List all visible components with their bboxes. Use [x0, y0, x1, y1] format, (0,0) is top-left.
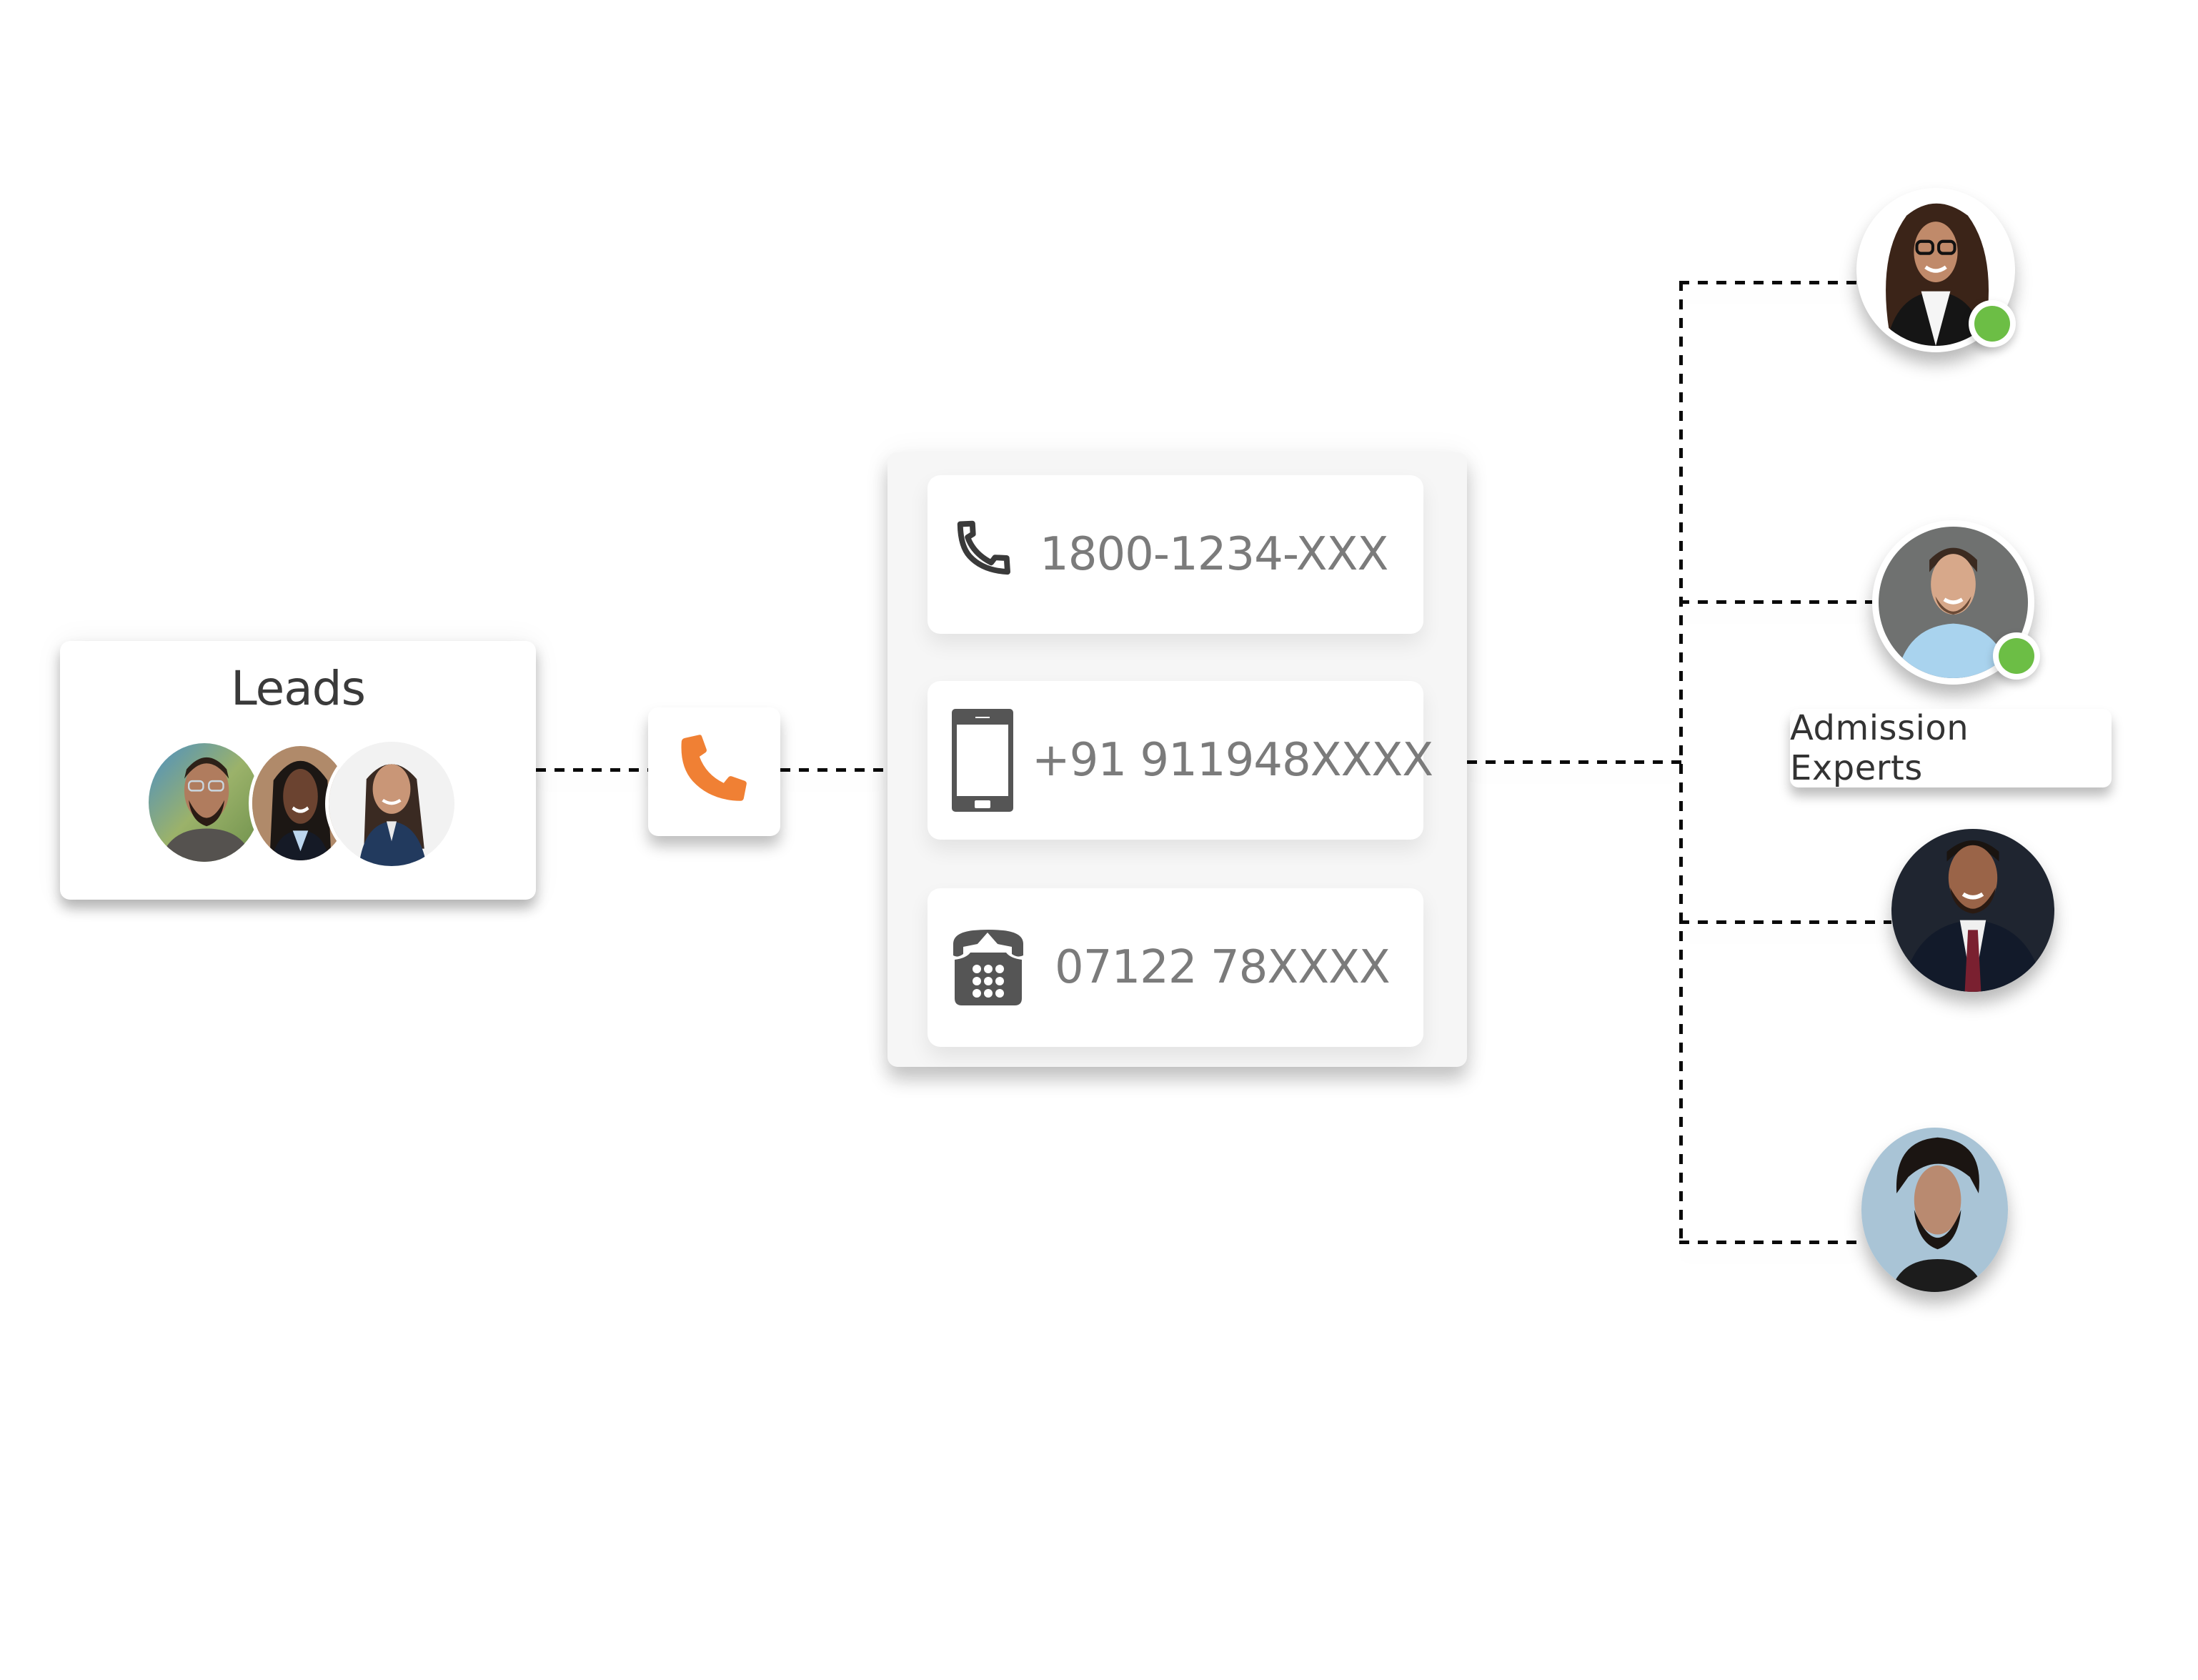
mobile-phone-icon: [952, 709, 1013, 812]
connector-branch-2: [1679, 600, 1872, 604]
number-text-tollfree: 1800-1234-XXX: [1040, 528, 1388, 581]
desk-phone-icon: [953, 930, 1023, 1005]
leads-title: Leads: [231, 661, 366, 716]
online-status-indicator-2: [1993, 632, 2040, 680]
admission-experts-label: Admission Experts: [1790, 708, 2112, 788]
call-button[interactable]: [648, 707, 780, 836]
expert-avatar-4[interactable]: [1861, 1128, 2008, 1292]
number-text-mobile: +91 911948XXXX: [1032, 734, 1433, 787]
connector-leads-to-call: [536, 768, 648, 772]
number-text-landline: 07122 78XXXX: [1055, 941, 1391, 994]
connector-branch-1: [1679, 281, 1858, 284]
number-row-landline[interactable]: 07122 78XXXX: [928, 888, 1423, 1047]
phone-icon-shape: [680, 735, 747, 801]
lead-avatar-1: [145, 740, 264, 865]
leads-card[interactable]: Leads: [60, 641, 536, 900]
connector-branch-4: [1679, 1241, 1861, 1244]
number-row-tollfree[interactable]: 1800-1234-XXX: [928, 475, 1423, 634]
online-status-indicator-1: [1969, 300, 2016, 347]
connector-tree-trunk: [1679, 281, 1683, 1244]
phone-icon: [680, 735, 747, 801]
lead-avatar-3: [325, 738, 458, 870]
phone-numbers-panel: 1800-1234-XXX +91 911948XXXX 07122 78XXX…: [887, 452, 1467, 1067]
connector-panel-to-tree: [1467, 760, 1681, 764]
expert-avatar-3[interactable]: [1891, 829, 2054, 992]
phone-handset-icon: [957, 520, 1010, 575]
connector-call-to-panel: [780, 768, 887, 772]
connector-branch-3: [1679, 920, 1891, 924]
number-row-mobile[interactable]: +91 911948XXXX: [928, 681, 1433, 840]
